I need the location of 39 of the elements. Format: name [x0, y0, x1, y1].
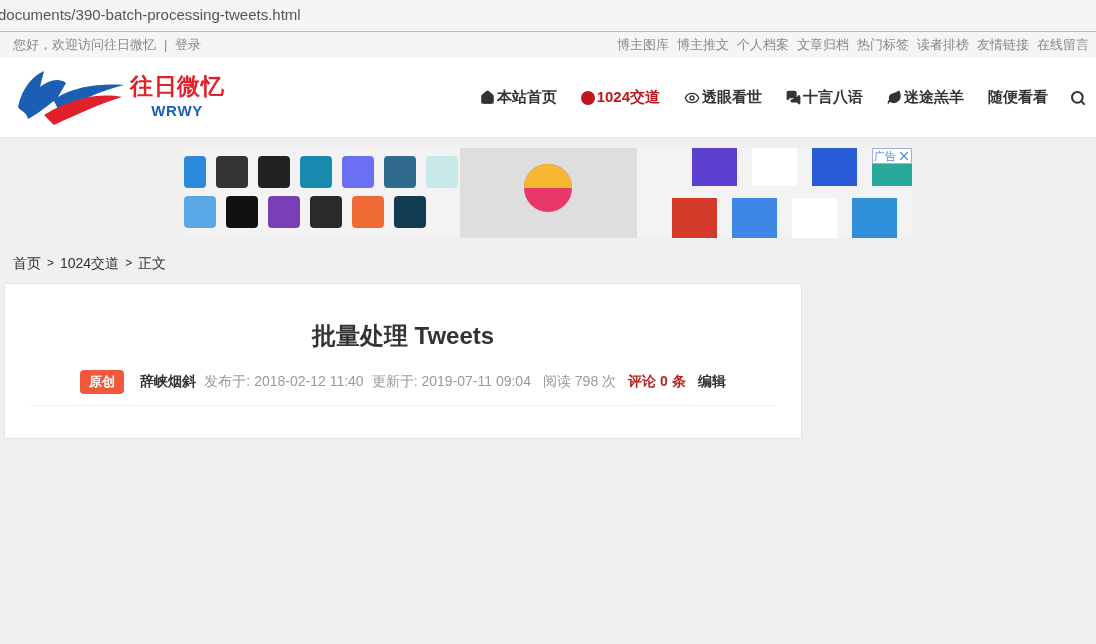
ad-banner-drawing[interactable] — [184, 148, 912, 238]
top-link[interactable]: 博主图库 — [617, 35, 669, 55]
breadcrumb-separator: > — [125, 255, 133, 272]
ad-label: 广告 — [873, 150, 897, 162]
nav-link[interactable]: 随便看看 — [988, 86, 1048, 109]
logo-subtext: WRWY — [151, 100, 204, 121]
comments-icon — [786, 90, 801, 105]
top-link[interactable]: 在线留言 — [1037, 35, 1089, 55]
author-link[interactable]: 辞峡烟斜 — [140, 371, 197, 393]
view-count: 阅读 798 次 — [542, 372, 617, 392]
edit-link[interactable]: 编辑 — [697, 371, 726, 393]
logo-text: 往日微忆 — [130, 72, 225, 101]
article-title: 批量处理 Tweets — [310, 321, 496, 351]
leaf-icon — [887, 90, 902, 105]
greeting-text: 您好，欢迎访问往日微忆 — [13, 36, 156, 55]
breadcrumb-separator: > — [47, 255, 54, 272]
separator-text: | — [164, 36, 168, 55]
published-date: 发布于: 2018-02-12 11:40 — [204, 372, 364, 392]
breadcrumb-current-page: 正文 — [138, 253, 167, 273]
top-link[interactable]: 个人档案 — [737, 35, 789, 55]
nav-link[interactable]: 迷途羔羊 — [887, 86, 964, 109]
breadcrumb-link[interactable]: 首页 — [13, 252, 41, 274]
nav-link[interactable]: 十言八语 — [786, 86, 863, 109]
updated-date: 更新于: 2019-07-11 09:04 — [371, 372, 531, 392]
nav-link[interactable]: 本站首页 — [479, 86, 557, 109]
nav-link[interactable]: 透眼看世 — [684, 86, 762, 109]
home-icon — [479, 90, 495, 105]
close-icon[interactable] — [897, 149, 911, 163]
top-link[interactable]: 博主推文 — [677, 35, 729, 55]
login-link[interactable]: 登录 — [175, 35, 202, 55]
top-link[interactable]: 热门标签 — [857, 35, 909, 55]
top-link[interactable]: 友情链接 — [977, 35, 1029, 55]
top-link[interactable]: 读者排榜 — [917, 35, 969, 55]
original-badge: 原创 — [80, 370, 125, 394]
nav-link[interactable]: 1024交道 — [580, 86, 660, 109]
breadcrumb-link[interactable]: 1024交道 — [60, 252, 120, 274]
comments-link[interactable]: 评论 0 条 — [628, 371, 686, 393]
search-icon[interactable] — [1070, 89, 1086, 106]
top-link[interactable]: 文章归档 — [797, 35, 849, 55]
